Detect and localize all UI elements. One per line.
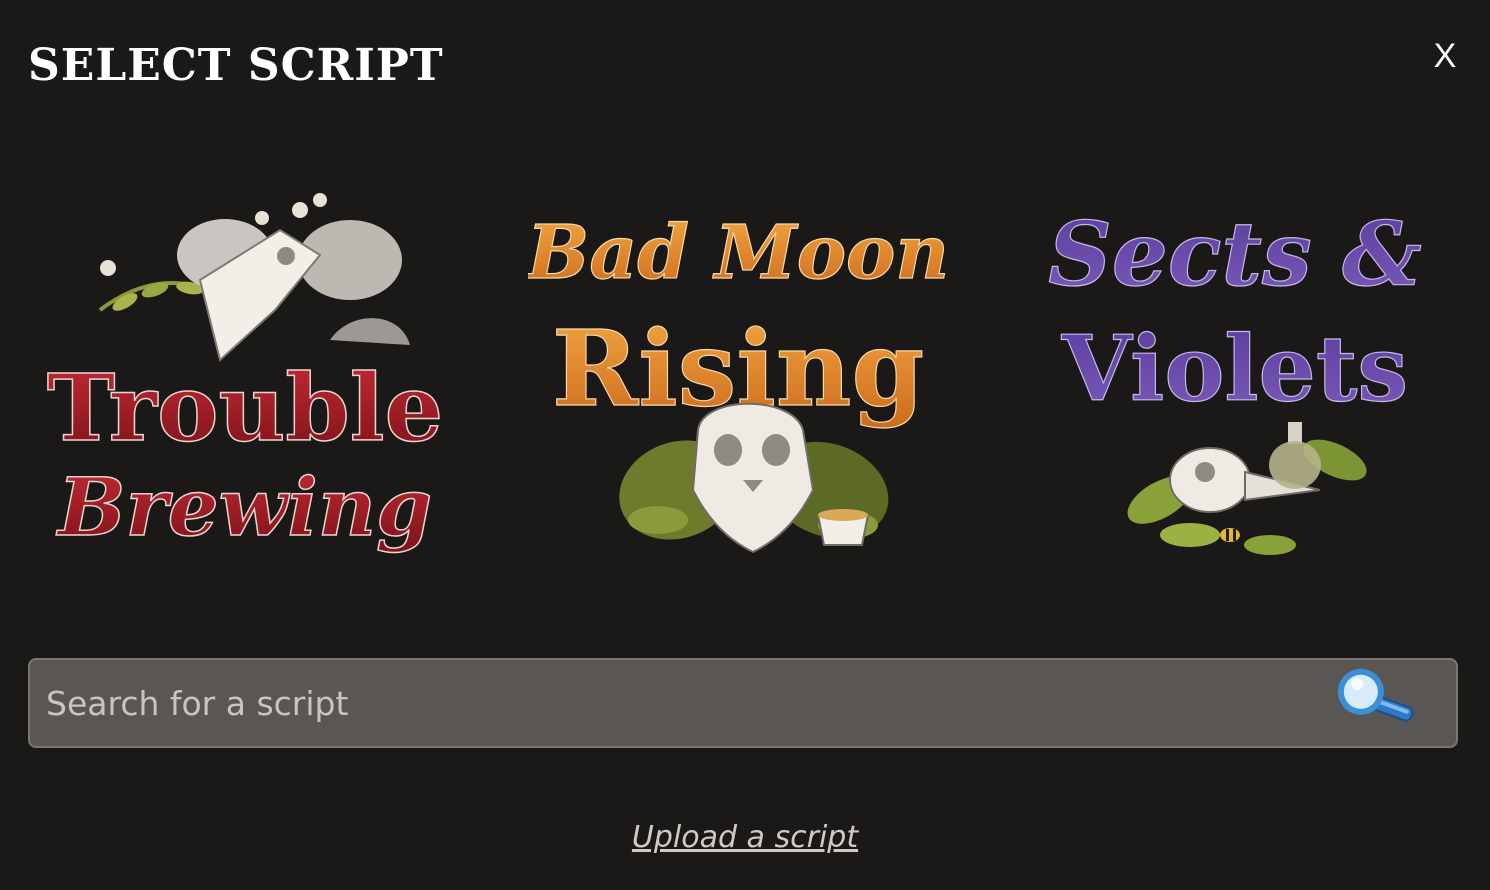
sects-and-violets-logo: Sects & Violets (1048, 201, 1422, 555)
search-input[interactable] (46, 660, 1316, 746)
potion-bottle-icon (1269, 422, 1321, 489)
logo-title-line-2: Brewing (56, 460, 432, 554)
logo-title-line-1: Trouble (47, 354, 443, 462)
ram-skull-icon (177, 219, 410, 362)
upload-script-link[interactable]: Upload a script (0, 816, 1490, 860)
search-box (28, 658, 1458, 748)
modal-title: SELECT SCRIPT (28, 40, 444, 91)
close-button[interactable]: X (1428, 36, 1462, 76)
bee-icon (1220, 528, 1240, 542)
trouble-brewing-logo: Trouble Brewing (46, 193, 444, 555)
script-list: Trouble Brewing Bad Moon Rising Sects & … (0, 160, 1490, 590)
script-card-sects-and-violets[interactable]: Sects & Violets (1030, 160, 1460, 590)
script-card-trouble-brewing[interactable]: Trouble Brewing (30, 160, 460, 590)
teacup-icon (816, 509, 870, 546)
script-card-bad-moon-rising[interactable]: Bad Moon Rising (528, 160, 958, 590)
bad-moon-rising-logo: Bad Moon Rising (528, 209, 950, 554)
magnifying-glass-icon[interactable] (1334, 668, 1420, 738)
cat-skull-icon (691, 402, 815, 554)
logo-title-line-1: Sects & (1048, 202, 1421, 306)
logo-title-line-1: Bad Moon (528, 210, 949, 296)
logo-title-line-2: Violets (1061, 316, 1408, 422)
